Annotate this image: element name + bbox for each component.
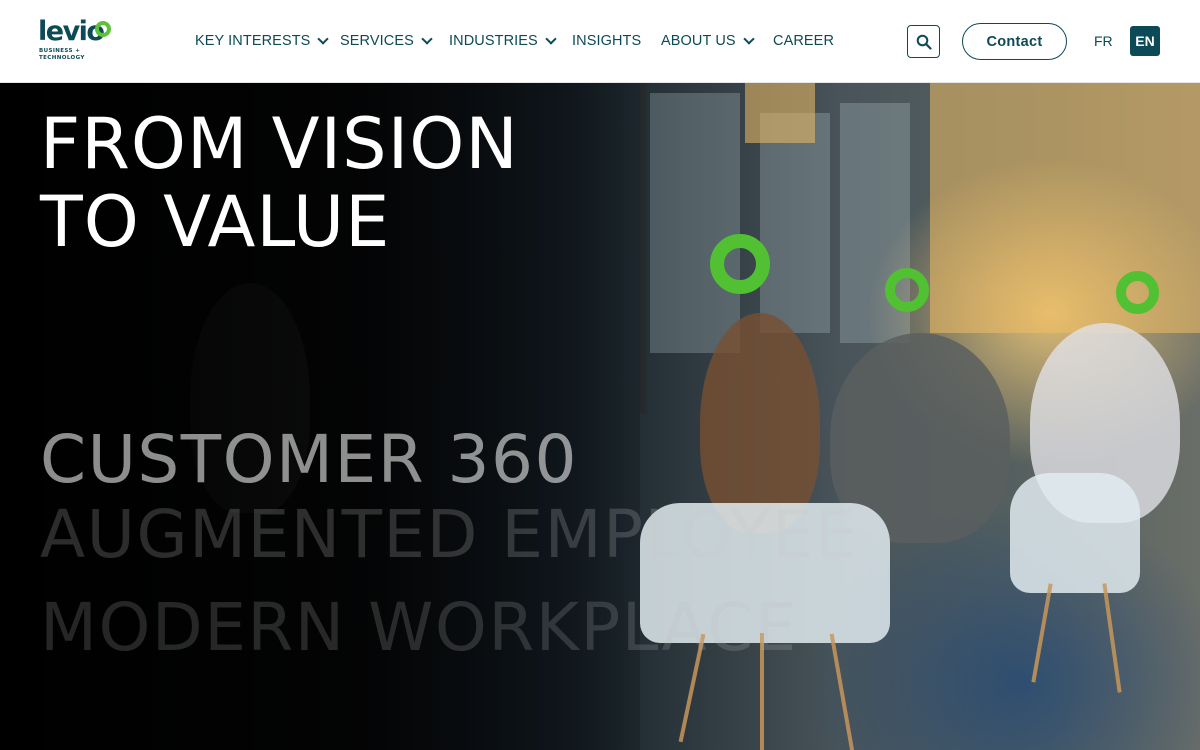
nav-career[interactable]: CAREER — [773, 31, 834, 51]
chevron-down-icon — [743, 32, 755, 45]
headline-line-1: FROM VISION — [40, 103, 519, 185]
nav-label: KEY INTERESTS — [195, 33, 311, 49]
rotating-keyword: MODERN WORKPLACE — [40, 589, 798, 666]
language-fr[interactable]: FR — [1094, 33, 1113, 49]
nav-label: SERVICES — [340, 33, 414, 49]
logo-ring-icon — [95, 21, 111, 37]
nav-services[interactable]: SERVICES — [340, 31, 433, 51]
warm-wall-light — [745, 83, 815, 143]
nav-label: ABOUT US — [661, 33, 736, 49]
language-en[interactable]: EN — [1130, 26, 1160, 56]
chevron-down-icon — [421, 32, 433, 45]
window-pane — [650, 93, 740, 353]
nav-about-us[interactable]: ABOUT US — [661, 31, 755, 51]
nav-label: INSIGHTS — [572, 33, 642, 49]
chevron-down-icon — [317, 32, 330, 45]
green-ring-icon — [1116, 271, 1159, 314]
green-ring-icon — [710, 234, 770, 294]
nav-label: CAREER — [773, 33, 835, 49]
rotating-keyword-active: CUSTOMER 360 — [40, 421, 579, 498]
logo-wordmark: levio — [38, 16, 105, 47]
logo-tagline-1: BUSINESS + — [39, 48, 81, 54]
window-pane — [760, 113, 830, 333]
chair-leg — [829, 633, 855, 750]
nav-key-interests[interactable]: KEY INTERESTS — [195, 31, 330, 51]
chevron-down-icon — [545, 32, 557, 45]
green-ring-icon — [885, 268, 929, 312]
chair-leg — [1102, 583, 1122, 693]
nav-insights[interactable]: INSIGHTS — [572, 31, 641, 51]
site-header: levio BUSINESS + TECHNOLOGY KEY INTEREST… — [0, 0, 1200, 83]
logo-tagline-2: TECHNOLOGY — [39, 55, 85, 61]
chair — [1010, 473, 1140, 593]
rotating-keyword: AUGMENTED EMPLOYEE — [40, 496, 859, 573]
warm-wall-light — [930, 83, 1200, 333]
levio-logo[interactable]: levio BUSINESS + TECHNOLOGY — [38, 18, 118, 64]
headline-line-2: TO VALUE — [40, 181, 391, 263]
nav-industries[interactable]: INDUSTRIES — [449, 31, 557, 51]
hero-headline: FROM VISION TO VALUE — [40, 105, 519, 261]
search-icon — [916, 34, 932, 50]
chair-leg — [1031, 583, 1053, 683]
search-button[interactable] — [907, 25, 940, 58]
contact-button[interactable]: Contact — [962, 23, 1067, 60]
hero-section: FROM VISION TO VALUE CUSTOMER 360 AUGMEN… — [0, 83, 1200, 750]
nav-label: INDUSTRIES — [449, 33, 538, 49]
